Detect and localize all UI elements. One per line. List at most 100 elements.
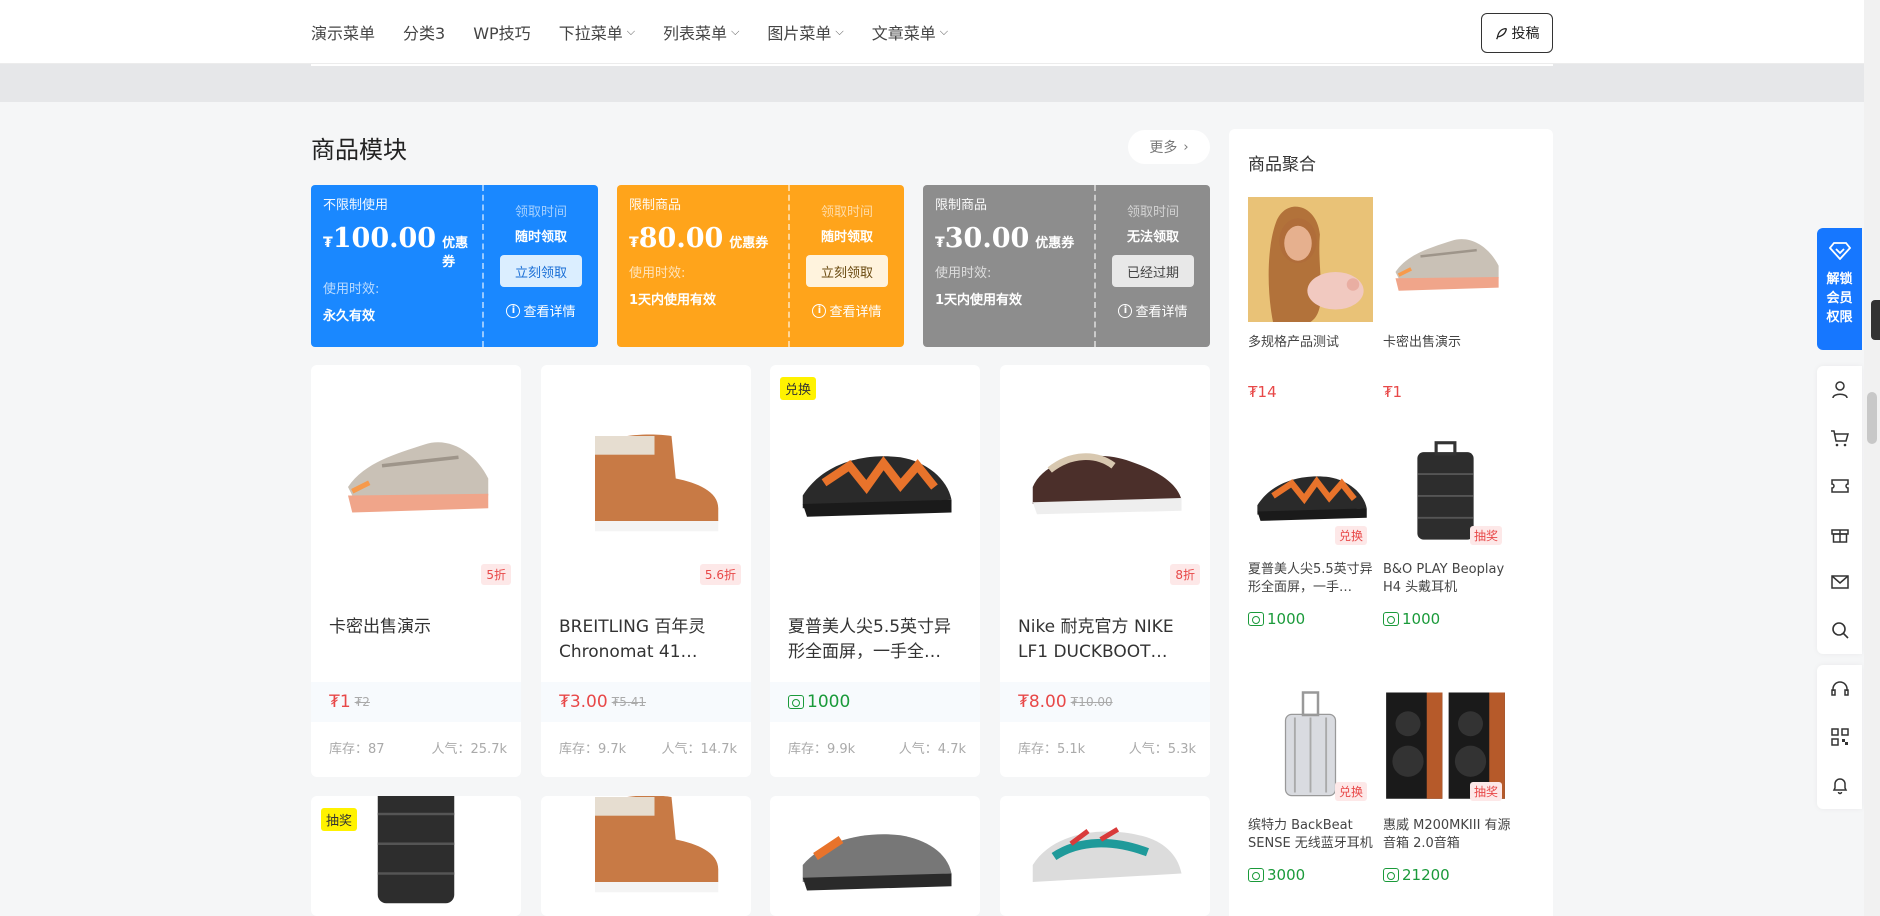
product-title[interactable]: 卡密出售演示 (329, 615, 507, 640)
coupon-amount: ₮ 80.00 优惠券 (629, 223, 769, 254)
coupon-validity: 1天内使用有效 (935, 293, 1023, 308)
product-card[interactable]: 5.6折 BREITLING 百年灵 Chronomat 41… ₮3.00 ₮5… (541, 365, 751, 777)
product-card-row2[interactable] (541, 796, 751, 916)
info-icon: i (1118, 303, 1133, 318)
info-icon: i (812, 303, 827, 318)
claim-coupon-button[interactable]: 立刻领取 (806, 255, 888, 287)
nav-item-demo[interactable]: 演示菜单 (311, 20, 375, 44)
product-image[interactable] (311, 365, 521, 575)
sidebar-tools-secondary (1817, 665, 1862, 809)
product-stats: 库存：5.1k 人气：5.3k (1018, 738, 1196, 757)
product-image[interactable] (770, 796, 980, 916)
chevron-down-icon: ⌵ (626, 25, 636, 38)
price-row: 1000 (770, 682, 980, 722)
unlock-vip-button[interactable]: 解锁 会员 权限 (1817, 228, 1862, 350)
aggregate-item[interactable]: 兑换 缤特力 BackBeat SENSE 无线蓝牙耳机 3000 (1248, 680, 1378, 884)
product-card-row2[interactable]: 抽奖 (311, 796, 521, 916)
item-image[interactable] (1248, 197, 1373, 322)
coupon-actions: 领取时间 随时领取 立刻领取 i 查看详情 (484, 185, 598, 347)
coin-icon (1383, 612, 1399, 626)
coupon-info: 限制商品 ₮ 80.00 优惠券 使用时效: 1天内使用有效 (617, 185, 787, 347)
coupon-validity: 永久有效 (323, 309, 376, 324)
qrcode-icon[interactable] (1817, 713, 1862, 761)
popularity-count: 人气：14.7k (661, 742, 737, 757)
product-image[interactable] (541, 365, 751, 575)
nav-item-dropdown-menu[interactable]: 下拉菜单 ⌵ (559, 20, 635, 44)
product-price: ₮1 (329, 692, 351, 712)
product-card-row2[interactable] (770, 796, 980, 916)
more-button[interactable]: 更多 › (1128, 130, 1210, 164)
product-image[interactable] (1000, 796, 1210, 916)
item-name[interactable]: 卡密出售演示 (1383, 334, 1513, 370)
item-image[interactable]: 兑换 (1248, 680, 1373, 805)
discount-badge: 5.6折 (699, 564, 741, 585)
product-title[interactable]: 夏普美人尖5.5英寸异形全面屏，一手全… (788, 615, 966, 665)
search-icon[interactable] (1817, 606, 1862, 654)
ticket-icon[interactable] (1817, 462, 1862, 510)
nav-item-category3[interactable]: 分类3 (403, 20, 445, 44)
aggregate-item[interactable]: 卡密出售演示 ₮1 (1383, 197, 1513, 401)
item-name[interactable]: B&O PLAY Beoplay H4 头戴耳机 (1383, 561, 1513, 597)
item-image[interactable]: 抽奖 (1383, 680, 1508, 805)
product-card[interactable]: 5折 卡密出售演示 ₮1 ₮2 库存：87 人气：25.7k (311, 365, 521, 777)
item-name[interactable]: 夏普美人尖5.5英寸异形全面屏，一手… (1248, 561, 1378, 597)
popularity-count: 人气：25.7k (431, 742, 507, 757)
headset-icon[interactable] (1817, 665, 1862, 713)
coupon-detail-link[interactable]: i 查看详情 (1096, 301, 1210, 320)
product-image[interactable] (1000, 365, 1210, 575)
original-price: ₮10.00 (1070, 695, 1113, 709)
coupon-info: 不限制使用 ₮ 100.00 优惠券 使用时效: 永久有效 (311, 185, 481, 347)
item-tag: 兑换 (1334, 782, 1367, 801)
aggregate-item[interactable]: 多规格产品测试 ₮14 (1248, 197, 1378, 401)
coupon-detail-link[interactable]: i 查看详情 (790, 301, 904, 320)
coupon-detail-link[interactable]: i 查看详情 (484, 301, 598, 320)
feather-icon (1495, 27, 1507, 39)
product-card-row2[interactable] (1000, 796, 1210, 916)
page-scrollbar-thumb[interactable] (1867, 392, 1877, 444)
item-image[interactable] (1383, 197, 1508, 322)
coupon-type: 不限制使用 (323, 198, 389, 213)
nav-item-article-menu[interactable]: 文章菜单 ⌵ (872, 20, 948, 44)
product-title[interactable]: BREITLING 百年灵 Chronomat 41… (559, 615, 737, 665)
claim-coupon-button[interactable]: 已经过期 (1112, 255, 1194, 287)
nav-item-list-menu[interactable]: 列表菜单 ⌵ (663, 20, 739, 44)
item-tag: 抽奖 (1469, 526, 1502, 545)
coin-icon (788, 695, 804, 709)
cart-icon[interactable] (1817, 414, 1862, 462)
post-button[interactable]: 投稿 (1481, 13, 1553, 53)
product-card[interactable]: 兑换 夏普美人尖5.5英寸异形全面屏，一手全… 1000 库存：9.9k 人气：… (770, 365, 980, 777)
page-scrollbar-track[interactable] (1864, 0, 1880, 916)
coupon-validity-label: 使用时效: (323, 282, 380, 297)
user-icon[interactable] (1817, 366, 1862, 414)
nav-item-image-menu[interactable]: 图片菜单 ⌵ (767, 20, 843, 44)
chevron-down-icon: ⌵ (731, 25, 740, 38)
item-image[interactable]: 兑换 (1248, 424, 1373, 549)
product-image[interactable] (541, 796, 751, 916)
aggregate-item[interactable]: 抽奖 B&O PLAY Beoplay H4 头戴耳机 1000 (1383, 424, 1513, 628)
product-card[interactable]: 8折 Nike 耐克官方 NIKE LF1 DUCKBOOT… ₮8.00 ₮10… (1000, 365, 1210, 777)
gift-icon[interactable] (1817, 510, 1862, 558)
stock-count: 库存：5.1k (1018, 742, 1086, 757)
points-price: 1000 (788, 692, 850, 712)
coupon-card: 限制商品 ₮ 30.00 优惠券 使用时效: 1天内使用有效 领取时间 无法领取… (923, 185, 1210, 347)
product-title[interactable]: Nike 耐克官方 NIKE LF1 DUCKBOOT… (1018, 615, 1196, 665)
item-name[interactable]: 缤特力 BackBeat SENSE 无线蓝牙耳机 (1248, 817, 1378, 853)
bell-icon[interactable] (1817, 761, 1862, 809)
side-handle[interactable] (1871, 300, 1880, 340)
claim-coupon-button[interactable]: 立刻领取 (500, 255, 582, 287)
nav-item-wp-tips[interactable]: WP技巧 (473, 20, 530, 44)
coupon-actions: 领取时间 无法领取 已经过期 i 查看详情 (1096, 185, 1210, 347)
popularity-count: 人气：5.3k (1128, 742, 1196, 757)
aggregate-item[interactable]: 兑换 夏普美人尖5.5英寸异形全面屏，一手… 1000 (1248, 424, 1378, 628)
stock-count: 库存：87 (329, 742, 385, 757)
product-stats: 库存：87 人气：25.7k (329, 738, 507, 757)
mail-icon[interactable] (1817, 558, 1862, 606)
discount-badge: 8折 (1170, 564, 1200, 585)
aggregate-item[interactable]: 抽奖 惠威 M200MKIII 有源音箱 2.0音箱 21200 (1383, 680, 1513, 884)
item-name[interactable]: 多规格产品测试 (1248, 334, 1378, 370)
item-image[interactable]: 抽奖 (1383, 424, 1508, 549)
points-price: 21200 (1383, 866, 1513, 884)
coupon-validity-label: 使用时效: (629, 266, 686, 281)
item-name[interactable]: 惠威 M200MKIII 有源音箱 2.0音箱 (1383, 817, 1513, 853)
chevron-down-icon: ⌵ (939, 25, 949, 38)
